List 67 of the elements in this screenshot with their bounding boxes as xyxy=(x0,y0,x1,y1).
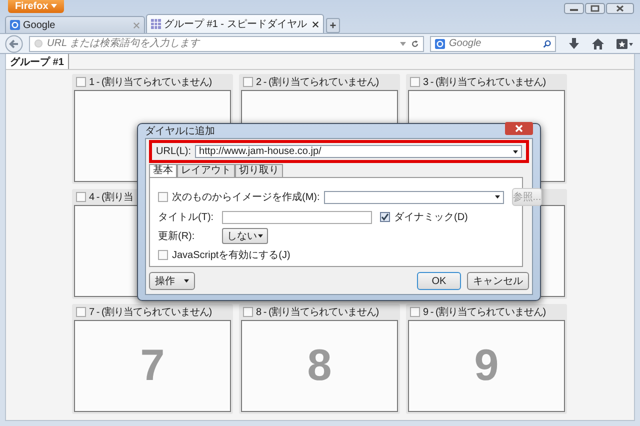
tile-label: 2 - (割り当てられていません) xyxy=(256,76,379,89)
tile-label: 9 - (割り当てられていません) xyxy=(423,306,546,319)
checkbox[interactable] xyxy=(158,192,168,202)
checkbox[interactable] xyxy=(158,250,168,260)
download-arrow-icon[interactable] xyxy=(568,38,580,50)
dialog-title: ダイヤルに追加 xyxy=(145,124,215,138)
tile-label: 4 - (割り当 xyxy=(89,190,133,204)
speed-dial-tile[interactable]: 9 - (割り当てられていません) 9 xyxy=(406,304,567,414)
url-label: URL(L): xyxy=(156,146,192,157)
tile-label: 3 - (割り当てられていません) xyxy=(423,76,546,89)
caret-icon xyxy=(184,279,189,284)
maximize-icon[interactable] xyxy=(585,3,605,14)
title-label: タイトル(T): xyxy=(158,211,215,224)
favicon-icon xyxy=(10,20,20,30)
tile-number: 9 xyxy=(474,341,499,391)
checkbox[interactable] xyxy=(243,77,253,87)
browser-tab[interactable]: グループ #1 - スピードダイヤル xyxy=(146,14,324,33)
checkbox[interactable] xyxy=(410,307,420,317)
dropdown-arrow-icon xyxy=(258,234,263,238)
search-input[interactable]: Google xyxy=(449,38,539,49)
actions-button[interactable]: 操作 xyxy=(149,272,195,290)
browser-tab[interactable]: Google xyxy=(5,16,145,33)
reload-icon[interactable] xyxy=(411,40,419,48)
address-input[interactable]: URL または検索語句を入力します xyxy=(47,38,395,49)
checkbox[interactable] xyxy=(76,192,86,202)
checkbox[interactable] xyxy=(410,77,420,87)
search-field[interactable]: Google xyxy=(430,36,556,52)
search-icon[interactable] xyxy=(543,40,551,48)
dialog-tab[interactable]: 切り取り xyxy=(235,164,283,177)
tab-title: グループ #1 - スピードダイヤル xyxy=(164,18,308,31)
globe-icon xyxy=(34,39,43,48)
grid-icon xyxy=(151,19,161,29)
checkbox[interactable] xyxy=(76,307,86,317)
checkbox-label: JavaScriptを有効にする(J) xyxy=(172,248,290,262)
dialog-tab[interactable]: レイアウト xyxy=(177,164,235,177)
cancel-button[interactable]: キャンセル xyxy=(467,272,529,290)
address-bar[interactable]: URL または検索語句を入力します xyxy=(29,36,424,52)
tile-number: 8 xyxy=(307,341,332,391)
close-icon[interactable] xyxy=(606,3,634,14)
search-engine-icon[interactable] xyxy=(435,38,445,48)
ok-button[interactable]: OK xyxy=(417,272,461,290)
speed-dial-tile[interactable]: 7 - (割り当てられていません) 7 xyxy=(72,304,233,414)
new-tab-button[interactable]: + xyxy=(326,18,340,33)
checkbox[interactable] xyxy=(243,307,253,317)
dialog-tab[interactable]: 基本 xyxy=(149,164,177,177)
tile-number: 7 xyxy=(140,341,165,391)
tile-label: 7 - (割り当てられていません) xyxy=(89,306,212,319)
minimize-icon[interactable] xyxy=(564,3,584,14)
title-input[interactable] xyxy=(222,210,372,224)
speed-dial-tile[interactable]: 8 - (割り当てられていません) 8 xyxy=(239,304,400,414)
checkbox-label: ダイナミック(D) xyxy=(394,211,468,224)
close-icon[interactable] xyxy=(312,20,319,28)
url-combo-field[interactable]: http://www.jam-house.co.jp/ xyxy=(195,145,522,158)
tile-label: 8 - (割り当てられていません) xyxy=(256,306,379,319)
bookmarks-menu-icon[interactable] xyxy=(616,38,634,50)
dropdown-arrow-icon[interactable] xyxy=(494,195,500,199)
tab-title: Google xyxy=(23,20,56,30)
group-tab[interactable]: グループ #1 xyxy=(6,54,69,69)
checkbox[interactable] xyxy=(380,212,390,222)
refresh-dropdown[interactable]: しない xyxy=(222,228,268,244)
checkbox-label: 次のものからイメージを作成(M): xyxy=(172,190,320,204)
checkbox[interactable] xyxy=(76,77,86,87)
dropdown-arrow-icon[interactable] xyxy=(513,150,518,154)
caret-icon xyxy=(51,4,58,8)
refresh-label: 更新(R): xyxy=(158,230,196,243)
home-icon[interactable] xyxy=(592,38,604,50)
tile-label: 1 - (割り当てられていません) xyxy=(89,76,212,89)
